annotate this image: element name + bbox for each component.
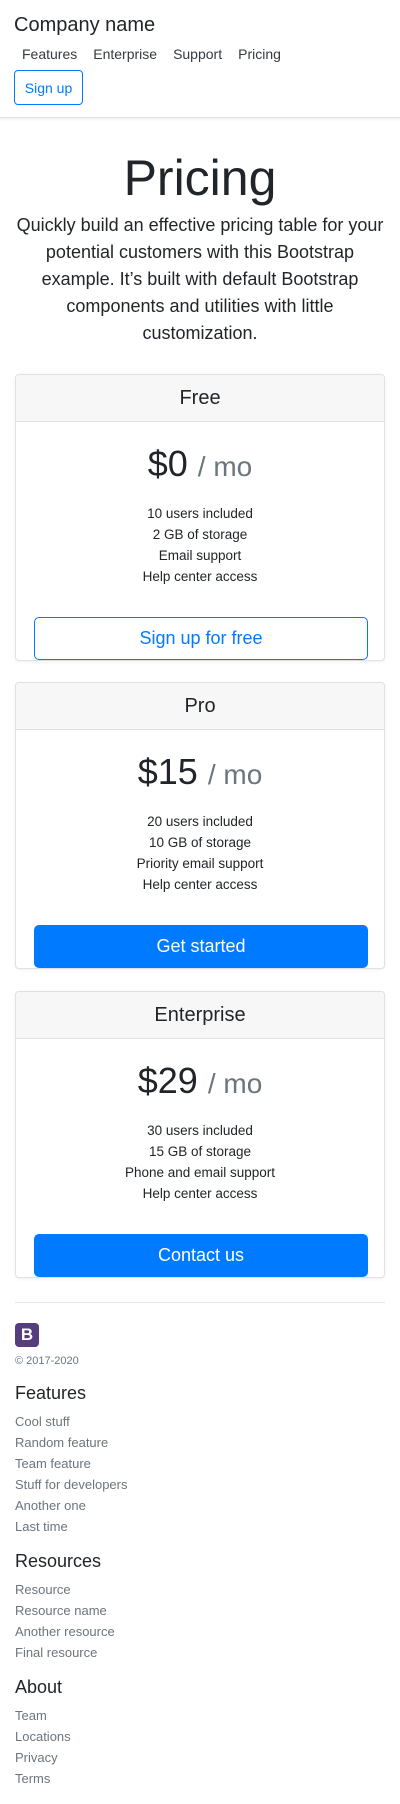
feature-list: 20 users included 10 GB of storage Prior… — [16, 811, 384, 895]
feature-item: 10 users included — [147, 506, 253, 521]
card-title: Pro — [16, 683, 384, 730]
signup-free-button[interactable]: Sign up for free — [34, 617, 368, 660]
price-period: / mo — [207, 759, 263, 790]
nav-link-support[interactable]: Support — [165, 44, 230, 64]
footer-link[interactable]: Final resource — [15, 1642, 115, 1663]
feature-item: Help center access — [142, 877, 258, 892]
card-title: Enterprise — [16, 992, 384, 1039]
footer-link[interactable]: Team — [15, 1705, 71, 1726]
card-price: $15 / mo — [16, 750, 384, 797]
footer-section-title: Features — [15, 1383, 87, 1403]
card-price: $0 / mo — [16, 442, 384, 489]
feature-item: 2 GB of storage — [152, 527, 248, 542]
pricing-card-free: Free $0 / mo 10 users included 2 GB of s… — [15, 374, 385, 661]
price-amount: $15 — [137, 751, 198, 792]
contact-us-button[interactable]: Contact us — [34, 1234, 368, 1277]
footer-link[interactable]: Terms — [15, 1768, 71, 1789]
feature-item: Priority email support — [136, 856, 264, 871]
footer-link[interactable]: Last time — [15, 1516, 128, 1537]
footer-section-title: Resources — [15, 1551, 102, 1571]
footer-section-features: Features Cool stuff Random feature Team … — [15, 1382, 128, 1537]
feature-list: 30 users included 15 GB of storage Phone… — [16, 1120, 384, 1204]
nav-link-enterprise[interactable]: Enterprise — [85, 44, 165, 64]
footer-section-about: About Team Locations Privacy Terms — [15, 1676, 71, 1789]
footer-link[interactable]: Random feature — [15, 1432, 128, 1453]
get-started-button[interactable]: Get started — [34, 925, 368, 968]
brand-name[interactable]: Company name — [14, 14, 155, 37]
feature-item: 15 GB of storage — [148, 1144, 252, 1159]
main-nav: Features Enterprise Support Pricing — [14, 44, 289, 64]
feature-list: 10 users included 2 GB of storage Email … — [16, 503, 384, 587]
footer-link[interactable]: Resource — [15, 1579, 115, 1600]
footer-link[interactable]: Stuff for developers — [15, 1474, 128, 1495]
nav-link-pricing[interactable]: Pricing — [230, 44, 289, 64]
feature-item: Help center access — [142, 569, 258, 584]
signup-button[interactable]: Sign up — [14, 70, 83, 105]
price-amount: $29 — [137, 1060, 198, 1101]
card-title: Free — [16, 375, 384, 422]
card-price: $29 / mo — [16, 1059, 384, 1106]
feature-item: 20 users included — [147, 814, 253, 829]
bootstrap-logo-icon: B — [15, 1323, 39, 1347]
site-header: Company name Features Enterprise Support… — [0, 0, 400, 118]
page-title: Pricing — [123, 150, 277, 206]
pricing-card-pro: Pro $15 / mo 20 users included 10 GB of … — [15, 682, 385, 969]
nav-link-features[interactable]: Features — [14, 44, 85, 64]
footer-section-resources: Resources Resource Resource name Another… — [15, 1550, 115, 1663]
page-lead: Quickly build an effective pricing table… — [16, 215, 384, 343]
feature-item: 30 users included — [147, 1123, 253, 1138]
copyright-text: © 2017-2020 — [15, 1355, 79, 1367]
feature-item: Help center access — [142, 1186, 258, 1201]
footer-link[interactable]: Privacy — [15, 1747, 71, 1768]
footer-link[interactable]: Another resource — [15, 1621, 115, 1642]
price-period: / mo — [207, 1068, 263, 1099]
feature-item: Email support — [158, 548, 242, 563]
price-amount: $0 — [147, 443, 188, 484]
footer-link[interactable]: Locations — [15, 1726, 71, 1747]
footer-link[interactable]: Resource name — [15, 1600, 115, 1621]
footer-link[interactable]: Team feature — [15, 1453, 128, 1474]
footer-section-title: About — [15, 1677, 63, 1697]
footer-link[interactable]: Another one — [15, 1495, 128, 1516]
feature-item: 10 GB of storage — [148, 835, 252, 850]
footer-divider — [15, 1302, 385, 1303]
price-period: / mo — [197, 451, 253, 482]
footer-link[interactable]: Cool stuff — [15, 1411, 128, 1432]
pricing-card-enterprise: Enterprise $29 / mo 30 users included 15… — [15, 991, 385, 1278]
feature-item: Phone and email support — [124, 1165, 276, 1180]
